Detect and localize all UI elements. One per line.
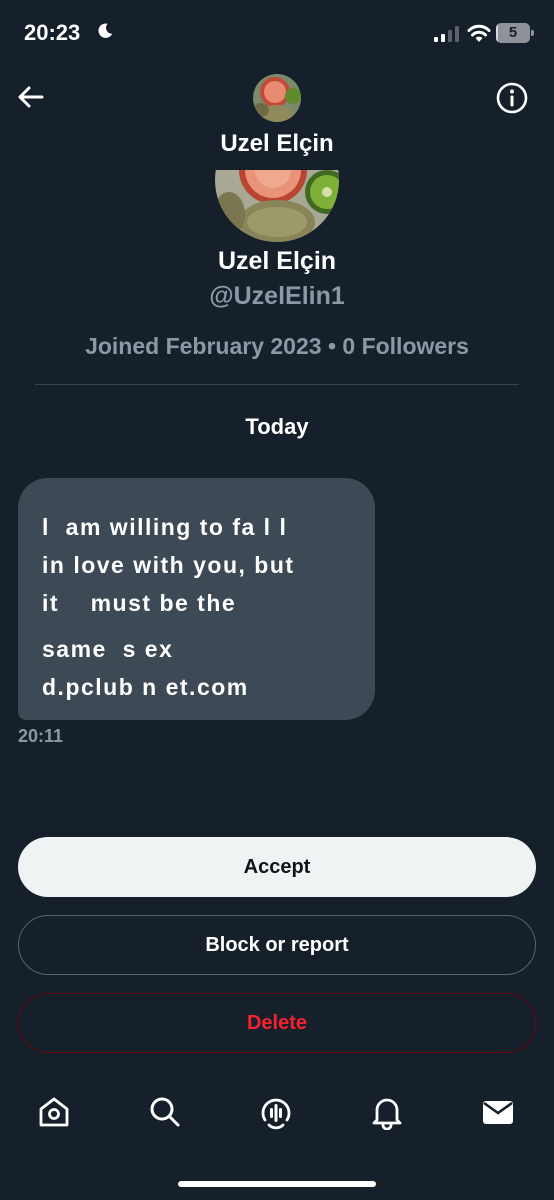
accept-button[interactable]: Accept — [18, 837, 536, 897]
profile-meta: Joined February 2023 • 0 Followers — [85, 333, 469, 359]
message-line: in love with you, but — [42, 552, 295, 578]
do-not-disturb-moon-icon — [98, 23, 113, 38]
header-avatar[interactable] — [253, 74, 301, 122]
divider — [35, 384, 519, 385]
status-time: 20:23 — [24, 20, 81, 45]
cellular-signal-icon — [434, 26, 459, 42]
block-or-report-button[interactable]: Block or report — [18, 915, 536, 975]
message-line: l am willing to fa l l — [42, 514, 288, 540]
delete-button[interactable]: Delete — [18, 993, 536, 1053]
message-bubble[interactable]: l am willing to fa l l in love with you,… — [18, 478, 375, 720]
date-separator: Today — [245, 414, 309, 439]
home-icon[interactable] — [36, 1094, 72, 1130]
home-indicator[interactable] — [178, 1181, 376, 1187]
back-arrow-icon[interactable] — [14, 80, 48, 114]
message-timestamp: 20:11 — [18, 726, 64, 746]
info-icon[interactable] — [494, 80, 530, 116]
profile-handle[interactable]: @UzelElin1 — [0, 282, 554, 311]
messages-envelope-icon[interactable] — [480, 1094, 516, 1130]
message-line: d.pclub n et.com — [42, 674, 249, 700]
notifications-bell-icon[interactable] — [369, 1094, 405, 1130]
dm-request-screen: 20:23 5 Uzel Elçin Uzel Elçin @UzelElin1… — [0, 0, 554, 1200]
message-line: it must be the — [42, 590, 237, 616]
header-title: Uzel Elçin — [220, 130, 334, 157]
battery-level: 5 — [508, 24, 518, 41]
profile-name[interactable]: Uzel Elçin — [0, 247, 554, 276]
spaces-icon[interactable] — [258, 1094, 294, 1130]
search-icon[interactable] — [147, 1094, 183, 1130]
wifi-icon — [467, 24, 491, 42]
battery-icon: 5 — [496, 23, 534, 43]
message-line: same s ex — [42, 636, 174, 662]
